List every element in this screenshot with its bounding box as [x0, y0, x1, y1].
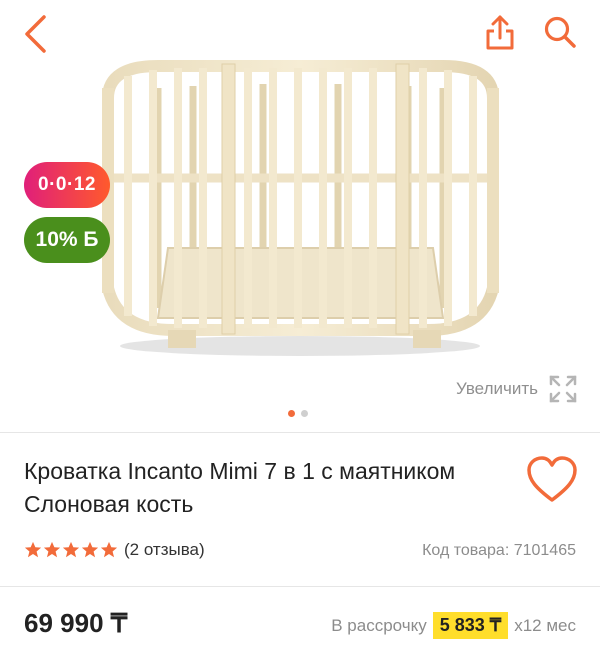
- share-icon: [486, 15, 514, 50]
- pagination-dot-active[interactable]: [288, 410, 295, 417]
- divider: [0, 432, 600, 433]
- installment-info[interactable]: В рассрочку 5 833 ₸ х12 мес: [331, 612, 576, 639]
- favorite-button[interactable]: [526, 456, 578, 504]
- rating[interactable]: (2 отзыва): [24, 540, 205, 560]
- star-icon: [62, 541, 80, 558]
- product-code: Код товара: 7101465: [422, 542, 576, 559]
- search-icon: [544, 16, 576, 48]
- search-button[interactable]: [538, 10, 582, 54]
- star-icon: [43, 541, 61, 558]
- installment-amount: 5 833 ₸: [432, 612, 509, 639]
- rating-stars: [24, 541, 118, 559]
- pagination-dot[interactable]: [301, 410, 308, 417]
- installment-badge: 0·0·12: [24, 162, 110, 208]
- star-icon: [100, 541, 118, 558]
- product-title: Кроватка Incanto Mimi 7 в 1 с маятником …: [24, 458, 456, 517]
- star-icon: [81, 541, 99, 558]
- installment-term: х12 мес: [514, 615, 576, 635]
- bonus-badge: 10% Б: [24, 217, 110, 263]
- reviews-count[interactable]: (2 отзыва): [124, 540, 205, 560]
- chevron-left-icon: [25, 15, 46, 53]
- star-icon: [24, 541, 42, 558]
- back-button[interactable]: [14, 12, 58, 56]
- zoom-button[interactable]: Увеличить: [456, 374, 578, 404]
- divider: [0, 586, 600, 587]
- product-image: [102, 60, 499, 356]
- top-bar: [0, 0, 600, 64]
- product-gallery[interactable]: 0·0·12 10% Б Увеличить: [0, 58, 600, 428]
- product-price: 69 990 ₸: [24, 608, 128, 638]
- gallery-pagination: [288, 410, 308, 417]
- heart-icon: [527, 456, 577, 502]
- expand-icon: [549, 375, 577, 403]
- installment-label: В рассрочку: [331, 615, 427, 635]
- zoom-label: Увеличить: [456, 379, 538, 398]
- share-button[interactable]: [478, 10, 522, 54]
